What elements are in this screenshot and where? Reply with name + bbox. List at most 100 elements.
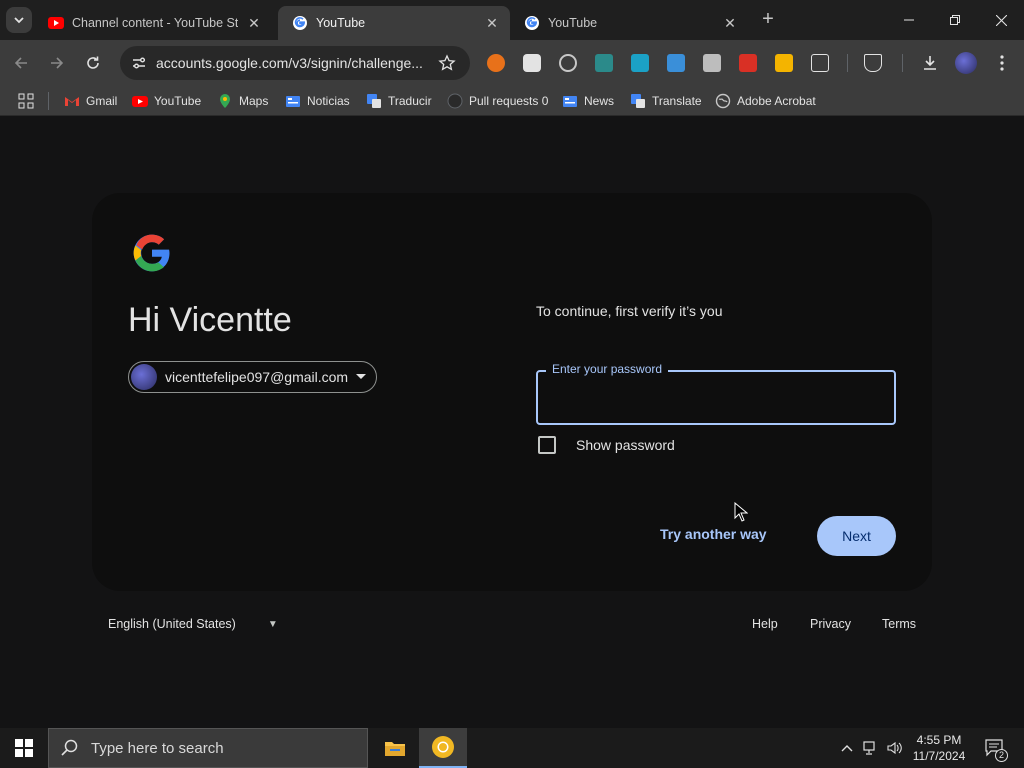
browser-menu-button[interactable]	[989, 50, 1015, 76]
bookmark-youtube[interactable]: YouTube	[132, 92, 201, 110]
google-logo-icon	[133, 234, 170, 272]
account-chip[interactable]: vicenttefelipe097@gmail.com	[128, 361, 378, 393]
translate-icon	[367, 94, 381, 108]
reload-icon	[87, 56, 99, 69]
windows-taskbar: Type here to search 4:55 PM 11/7/2024 2	[0, 728, 1024, 768]
bookmark-adobe-acrobat[interactable]: Adobe Acrobat	[715, 92, 816, 110]
bookmark-maps[interactable]: Maps	[217, 92, 268, 110]
bookmarks-bar: Gmail YouTube Maps Noticias Traducir Pul…	[0, 86, 1024, 116]
clock-date: 11/7/2024	[912, 749, 966, 763]
show-hidden-icons-button[interactable]	[836, 728, 858, 768]
signin-page: Hi Vicentte vicenttefelipe097@gmail.com …	[0, 117, 1024, 728]
site-settings-icon[interactable]	[130, 54, 148, 72]
browser-toolbar: accounts.google.com/v3/signin/challenge.…	[0, 40, 1024, 86]
extension-acrobat-icon[interactable]	[739, 54, 757, 72]
tab-youtube-active[interactable]: YouTube ✕	[278, 6, 510, 40]
close-icon	[995, 14, 1007, 26]
new-tab-button[interactable]: +	[758, 9, 778, 30]
gmail-icon	[65, 97, 79, 106]
network-button[interactable]	[860, 728, 882, 768]
tab-title: YouTube	[548, 16, 598, 30]
extension-capture-icon[interactable]	[631, 54, 649, 72]
toolbar-divider	[902, 54, 903, 72]
kebab-menu-icon	[1000, 55, 1004, 71]
back-button[interactable]	[8, 50, 34, 76]
github-icon	[447, 93, 463, 109]
bookmark-label: Gmail	[86, 94, 118, 108]
extension-speed-icon[interactable]	[559, 54, 577, 72]
window-close-button[interactable]	[978, 0, 1024, 40]
volume-button[interactable]	[884, 728, 906, 768]
labs-flask-icon[interactable]	[864, 54, 882, 72]
bookmark-traducir[interactable]: Traducir	[366, 92, 432, 110]
tab-channel-content[interactable]: Channel content - YouTube Stu ✕	[34, 6, 272, 40]
password-field[interactable]: Enter your password	[536, 362, 896, 425]
bookmark-label: Traducir	[388, 94, 432, 108]
apps-button[interactable]	[18, 92, 40, 110]
youtube-icon	[48, 17, 64, 29]
bookmark-gmail[interactable]: Gmail	[64, 92, 117, 110]
notifications-button[interactable]: 2	[980, 728, 1010, 768]
folder-icon	[385, 742, 405, 756]
bookmark-label: Noticias	[307, 94, 350, 108]
greeting-heading: Hi Vicentte	[128, 301, 292, 339]
address-bar[interactable]: accounts.google.com/v3/signin/challenge.…	[120, 46, 470, 80]
tab-strip: Channel content - YouTube Stu ✕ YouTube …	[0, 0, 1024, 40]
extension-font-icon[interactable]	[667, 54, 685, 72]
bookmark-label: Adobe Acrobat	[737, 94, 816, 108]
show-password-toggle[interactable]: Show password	[538, 436, 675, 454]
tab-youtube[interactable]: YouTube ✕	[510, 6, 748, 40]
try-another-way-button[interactable]: Try another way	[660, 526, 767, 542]
privacy-link[interactable]: Privacy	[810, 617, 851, 631]
bookmarks-divider	[48, 92, 49, 110]
start-button[interactable]	[0, 728, 48, 768]
close-icon[interactable]: ✕	[484, 15, 500, 31]
toolbar-divider	[847, 54, 848, 72]
extension-glasses-icon[interactable]	[523, 54, 541, 72]
downloads-button[interactable]	[917, 50, 943, 76]
translate-icon	[631, 94, 645, 108]
close-icon[interactable]: ✕	[722, 15, 738, 31]
restore-button[interactable]	[932, 0, 978, 40]
chrome-taskbar-button[interactable]	[419, 728, 467, 768]
bookmark-pull-requests[interactable]: Pull requests 0	[447, 92, 548, 110]
globe-icon	[715, 93, 731, 109]
google-icon	[293, 16, 307, 30]
apps-grid-icon	[18, 93, 34, 109]
bookmark-label: News	[584, 94, 615, 108]
page-footer: English (United States) ▼ Help Privacy T…	[92, 615, 932, 635]
taskbar-search[interactable]: Type here to search	[48, 728, 368, 768]
arrow-right-icon	[51, 57, 64, 69]
chrome-icon	[432, 736, 454, 758]
help-link[interactable]: Help	[752, 617, 778, 631]
forward-button[interactable]	[44, 50, 70, 76]
avatar	[131, 364, 157, 390]
bookmark-news[interactable]: News	[562, 92, 614, 110]
news-icon	[563, 96, 577, 107]
extension-stylus-icon[interactable]	[775, 54, 793, 72]
extension-screen-recorder-icon[interactable]	[595, 54, 613, 72]
bookmark-translate[interactable]: Translate	[630, 92, 702, 110]
reload-button[interactable]	[80, 50, 106, 76]
next-button[interactable]: Next	[817, 516, 896, 556]
system-clock[interactable]: 4:55 PM 11/7/2024	[906, 732, 972, 764]
terms-link[interactable]: Terms	[882, 617, 916, 631]
language-label: English (United States)	[108, 617, 236, 631]
minimize-button[interactable]	[886, 0, 932, 40]
extension-print-icon[interactable]	[703, 54, 721, 72]
account-email: vicenttefelipe097@gmail.com	[165, 369, 349, 385]
tab-search-button[interactable]	[6, 7, 32, 33]
bookmark-noticias[interactable]: Noticias	[285, 92, 350, 110]
profile-avatar[interactable]	[955, 52, 977, 74]
bookmark-star-icon[interactable]	[438, 54, 456, 72]
close-icon[interactable]: ✕	[246, 15, 262, 31]
arrow-left-icon	[14, 57, 27, 69]
bookmark-label: YouTube	[154, 94, 202, 108]
extensions-puzzle-icon[interactable]	[811, 54, 829, 72]
show-password-checkbox[interactable]	[538, 436, 556, 454]
file-explorer-button[interactable]	[371, 728, 419, 768]
extension-bitcoin-icon[interactable]	[487, 54, 505, 72]
password-input[interactable]	[550, 386, 880, 410]
url-text: accounts.google.com/v3/signin/challenge.…	[156, 55, 423, 71]
language-selector[interactable]: English (United States) ▼	[108, 617, 278, 631]
